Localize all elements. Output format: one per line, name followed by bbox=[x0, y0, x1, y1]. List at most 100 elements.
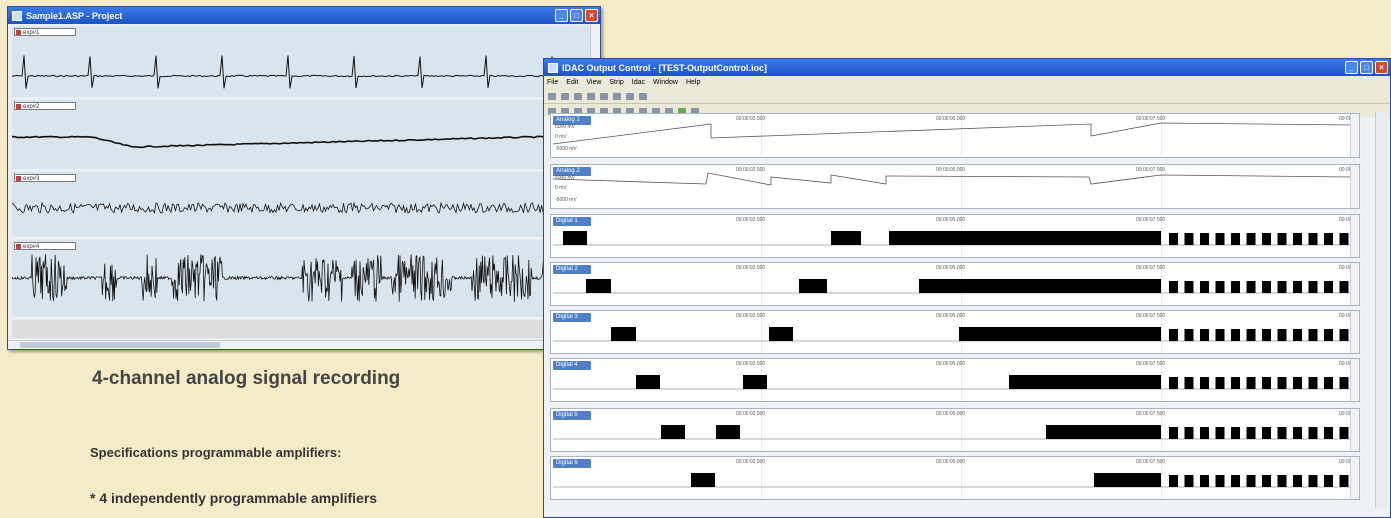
maximize-button[interactable]: □ bbox=[1360, 61, 1373, 74]
cut-icon[interactable] bbox=[587, 92, 595, 100]
channel-label-2[interactable]: exp#2 bbox=[14, 102, 76, 110]
new-icon[interactable] bbox=[548, 92, 556, 100]
channel-label-3[interactable]: exp#3 bbox=[14, 174, 76, 182]
channel-trace-1 bbox=[12, 55, 592, 89]
pulse-block bbox=[1231, 427, 1240, 439]
paste-icon[interactable] bbox=[613, 92, 621, 100]
gridline bbox=[1364, 311, 1365, 353]
pulse-block bbox=[1339, 281, 1349, 293]
digital-strip-5[interactable]: 00:00:02.500 00:00:05.000 00:00:07.500 00:0… bbox=[550, 408, 1365, 452]
pulse-block bbox=[1094, 473, 1161, 487]
pulse-block bbox=[1262, 475, 1271, 487]
menu-idac[interactable]: Idac bbox=[632, 79, 645, 86]
pulse-block bbox=[1293, 329, 1302, 341]
open-icon[interactable] bbox=[561, 92, 569, 100]
menu-window[interactable]: Window bbox=[653, 79, 678, 86]
waveform-line bbox=[552, 172, 1351, 186]
strip-side-controls[interactable] bbox=[1350, 457, 1359, 499]
channel-strip-1[interactable]: exp#1 bbox=[12, 26, 592, 98]
close-button[interactable]: × bbox=[1375, 61, 1388, 74]
channel-trace-4 bbox=[12, 254, 592, 302]
pulse-block bbox=[743, 375, 767, 389]
pulse-block bbox=[1308, 427, 1318, 439]
menu-edit[interactable]: Edit bbox=[566, 79, 578, 86]
copy-icon[interactable] bbox=[600, 92, 608, 100]
minimize-button[interactable]: _ bbox=[1345, 61, 1358, 74]
pulse-block bbox=[1246, 377, 1256, 389]
pulse-block bbox=[1184, 427, 1194, 439]
menu-view[interactable]: View bbox=[586, 79, 601, 86]
app-icon bbox=[548, 62, 558, 73]
pulse-block bbox=[1262, 329, 1271, 341]
pulse-block bbox=[1246, 475, 1256, 487]
pulse-block bbox=[636, 375, 660, 389]
pulse-block bbox=[1200, 427, 1209, 439]
close-button[interactable]: × bbox=[585, 9, 598, 22]
pulse-block bbox=[1324, 329, 1333, 341]
output-vertical-scrollbar[interactable] bbox=[1375, 112, 1388, 508]
analog-waveform bbox=[552, 172, 1351, 186]
pulse-block bbox=[1169, 281, 1178, 293]
pulse-block bbox=[1324, 427, 1333, 439]
pulse-block bbox=[1262, 233, 1271, 245]
pulse-block bbox=[1246, 281, 1256, 293]
strip-side-controls[interactable] bbox=[1350, 165, 1359, 208]
pulse-block bbox=[1169, 329, 1178, 341]
pulse-block bbox=[1308, 377, 1318, 389]
pulse-block bbox=[1277, 427, 1287, 439]
pulse-block bbox=[959, 327, 1161, 341]
channel-label-1[interactable]: exp#1 bbox=[14, 28, 76, 36]
digital-pulses bbox=[553, 327, 1351, 342]
pulse-block bbox=[1169, 233, 1178, 245]
strip-side-controls[interactable] bbox=[1350, 114, 1359, 157]
project-window-titlebar[interactable]: Sample1.ASP - Project _ □ × bbox=[8, 7, 600, 24]
empty-strip-area bbox=[12, 320, 592, 338]
pulse-block bbox=[919, 279, 1161, 293]
digital-strip-4[interactable]: 00:00:02.500 00:00:05.000 00:00:07.500 00:0… bbox=[550, 358, 1365, 402]
pulse-block bbox=[1293, 233, 1302, 245]
menu-help[interactable]: Help bbox=[686, 79, 700, 86]
digital-strip-3[interactable]: 00:00:02.500 00:00:05.000 00:00:07.500 00:0… bbox=[550, 310, 1365, 354]
menu-file[interactable]: File bbox=[547, 79, 558, 86]
pulse-block bbox=[1184, 281, 1194, 293]
digital-pulses bbox=[553, 279, 1351, 294]
scroll-thumb[interactable] bbox=[20, 342, 220, 348]
digital-strip-2[interactable]: 00:00:02.500 00:00:05.000 00:00:07.500 00:0… bbox=[550, 262, 1365, 306]
gridline bbox=[1364, 215, 1365, 257]
save-icon[interactable] bbox=[574, 92, 582, 100]
strip-side-controls[interactable] bbox=[1350, 311, 1359, 353]
print-icon[interactable] bbox=[626, 92, 634, 100]
help-icon[interactable] bbox=[639, 92, 647, 100]
digital-pulses bbox=[553, 231, 1351, 246]
pulse-block bbox=[1339, 377, 1349, 389]
analog-strip-2[interactable]: 00:00:02.500 00:00:05.000 00:00:07.500 00:0… bbox=[550, 164, 1365, 209]
analog-strip-1[interactable]: 00:00:02.500 00:00:05.000 00:00:07.500 00:0… bbox=[550, 113, 1365, 158]
pulse-block bbox=[1215, 377, 1225, 389]
channel-strip-3[interactable]: exp#3 bbox=[12, 172, 592, 238]
strip-side-controls[interactable] bbox=[1350, 409, 1359, 451]
maximize-button[interactable]: □ bbox=[570, 9, 583, 22]
horizontal-scrollbar[interactable] bbox=[8, 340, 600, 349]
gridline bbox=[1364, 263, 1365, 305]
pulse-block bbox=[769, 327, 793, 341]
strip-side-controls[interactable] bbox=[1350, 215, 1359, 257]
digital-strip-1[interactable]: 00:00:02.500 00:00:05.000 00:00:07.500 00:0… bbox=[550, 214, 1365, 258]
minimize-button[interactable]: _ bbox=[555, 9, 568, 22]
pulse-block bbox=[1184, 233, 1194, 245]
strip-side-controls[interactable] bbox=[1350, 359, 1359, 401]
output-window-titlebar[interactable]: IDAC Output Control - [TEST-OutputContro… bbox=[544, 59, 1390, 76]
pulse-block bbox=[1169, 377, 1178, 389]
menu-strip[interactable]: Strip bbox=[609, 79, 623, 86]
channel-strip-4[interactable]: exp#4 bbox=[12, 240, 592, 318]
pulse-block bbox=[1200, 233, 1209, 245]
strip-side-controls[interactable] bbox=[1350, 263, 1359, 305]
digital-strip-6[interactable]: 00:00:02.500 00:00:05.000 00:00:07.500 00:0… bbox=[550, 456, 1365, 500]
channel-label-4[interactable]: exp#4 bbox=[14, 242, 76, 250]
pulse-block bbox=[1262, 281, 1271, 293]
channel-strip-2[interactable]: exp#2 bbox=[12, 100, 592, 170]
pulse-block bbox=[1339, 427, 1349, 439]
waveform-line bbox=[552, 122, 1351, 145]
pulse-block bbox=[586, 279, 611, 293]
pulse-block bbox=[1215, 329, 1225, 341]
pulse-block bbox=[1009, 375, 1161, 389]
